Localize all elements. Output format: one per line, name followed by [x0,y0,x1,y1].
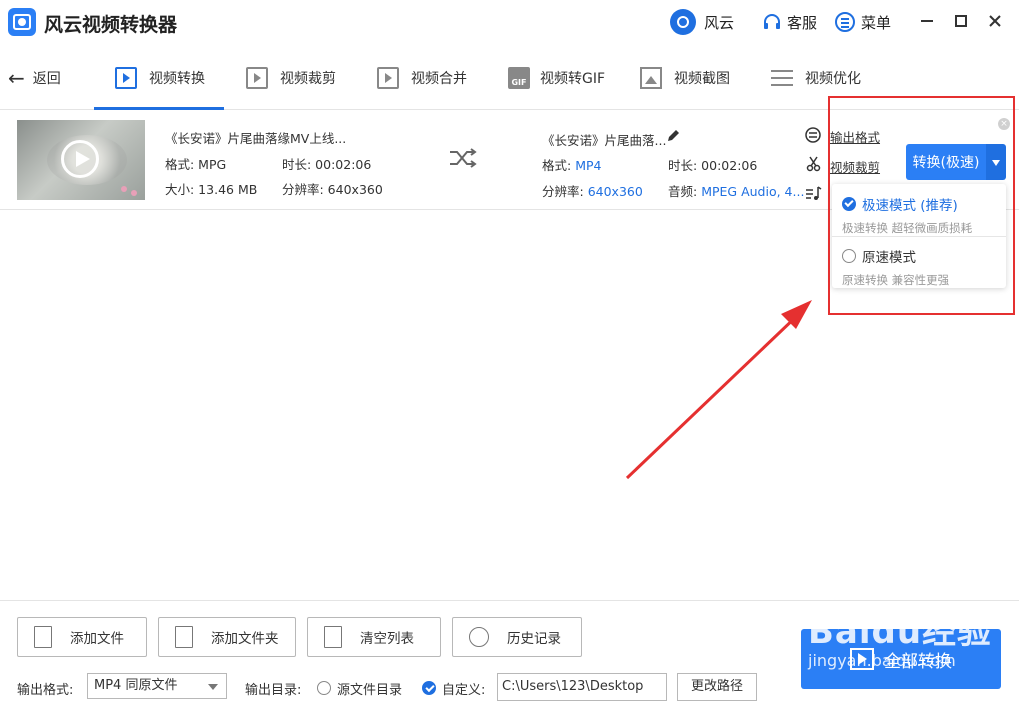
output-format: 格式: MP4 [542,158,602,173]
tab-video-optimize[interactable]: 视频优化 [771,64,861,92]
gif-icon: GIF [508,67,530,89]
tab-label: 视频转GIF [540,71,606,87]
menu-icon [835,12,855,32]
history-button[interactable]: 历史记录 [452,617,582,657]
service-button[interactable]: 客服 [762,8,817,36]
source-size: 大小: 13.46 MB [165,182,258,197]
source-resolution: 分辨率: 640x360 [282,182,383,197]
tab-video-crop[interactable]: 视频裁剪 [246,64,336,92]
add-file-button[interactable]: 添加文件 [17,617,147,657]
tab-label: 视频截图 [674,71,730,87]
headset-icon [764,14,780,29]
output-duration: 时长: 00:02:06 [668,158,758,173]
maximize-icon[interactable] [952,12,970,30]
clear-list-button[interactable]: 清空列表 [307,617,441,657]
tab-label: 视频合并 [411,71,467,87]
back-button[interactable]: ← 返回 [8,68,61,88]
minimize-icon[interactable] [918,12,936,30]
menu-label: 菜单 [861,13,892,32]
source-format: 格式: MPG [165,157,227,172]
output-dir-label: 输出目录: [245,683,302,698]
tab-label: 视频优化 [805,71,861,87]
tab-label: 视频转换 [149,71,205,87]
video-convert-icon [115,67,137,89]
scissors-icon[interactable] [806,156,821,172]
image-icon [640,67,662,89]
custom-dir-radio[interactable] [422,681,436,695]
chevron-down-icon [208,684,218,690]
change-path-button[interactable]: 更改路径 [677,673,757,701]
custom-dir-label: 自定义: [442,683,486,698]
source-dir-label: 源文件目录 [337,683,403,698]
play-icon[interactable] [61,140,99,178]
source-duration: 时长: 00:02:06 [282,157,372,172]
output-file-name: 《长安诺》片尾曲落... [542,133,667,148]
output-resolution: 分辨率: 640x360 [542,184,643,199]
source-dir-radio[interactable] [317,681,331,695]
back-label: 返回 [32,71,61,87]
video-crop-icon [246,67,268,89]
close-icon[interactable] [986,12,1004,30]
app-title: 风云视频转换器 [44,14,178,36]
menu-button[interactable]: 菜单 [835,8,891,36]
output-format-select[interactable]: MP4 同原文件 [87,673,227,699]
sliders-icon [771,67,793,89]
output-format-icon[interactable] [805,127,821,143]
add-folder-button[interactable]: 添加文件夹 [158,617,296,657]
tab-video-merge[interactable]: 视频合并 [377,64,467,92]
fengyun-label: 风云 [704,13,735,32]
add-file-icon [34,626,52,648]
output-path-input[interactable]: C:\Users\123\Desktop [497,673,667,701]
watermark: Baidu经验 jingyan.baidu.com [808,612,993,670]
music-icon[interactable] [806,185,822,201]
annotation-highlight-box [828,96,1015,315]
title-bar: 风云视频转换器 风云 客服 菜单 [0,0,1019,44]
clock-icon [469,627,489,647]
fengyun-icon [670,9,696,35]
fengyun-button[interactable]: 风云 [670,8,734,36]
video-merge-icon [377,67,399,89]
app-logo-icon [8,8,36,36]
back-arrow-icon: ← [8,66,25,90]
add-folder-icon [175,626,193,648]
tab-video-screenshot[interactable]: 视频截图 [640,64,730,92]
service-label: 客服 [787,13,818,32]
trash-icon [324,626,342,648]
tab-label: 视频裁剪 [280,71,336,87]
output-format-label: 输出格式: [17,683,74,698]
tab-video-convert[interactable]: 视频转换 [115,64,205,92]
tab-video-gif[interactable]: GIF 视频转GIF [508,64,605,92]
output-audio: 音频: MPEG Audio, 4... [668,184,805,199]
shuffle-icon [450,148,477,168]
source-file-name: 《长安诺》片尾曲落缘MV上线... [165,131,347,146]
pencil-icon[interactable] [666,129,680,143]
video-thumbnail[interactable] [17,120,145,200]
